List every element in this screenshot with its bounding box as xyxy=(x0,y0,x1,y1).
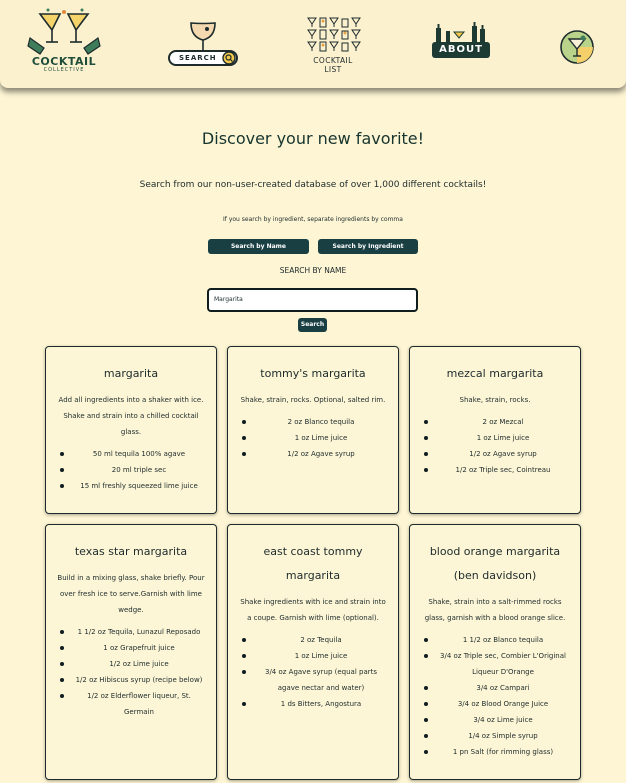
cocktail-glasses-icon xyxy=(27,8,101,55)
ingredient-list: 2 oz Mezcal 1 oz Lime juice 1/2 oz Agave… xyxy=(410,414,580,478)
magnifier-icon xyxy=(222,51,236,65)
site-header: COCKTAIL COLLECTIVE SEARCH COCKTAIL LIST… xyxy=(0,0,626,88)
cocktail-avatar-icon xyxy=(560,30,594,64)
card-title: texas star margarita xyxy=(74,545,188,558)
ingredient-item: 2 oz Tequila xyxy=(242,632,392,648)
ingredient-item: 1/2 oz Agave syrup xyxy=(242,446,392,462)
card-title: margarita xyxy=(103,367,159,380)
card-title: mezcal margarita xyxy=(446,367,544,380)
ingredient-item: 3/4 oz Blood Orange Juice xyxy=(424,696,574,712)
ingredient-item: 2 oz Mezcal xyxy=(424,414,574,430)
nav-about[interactable]: ABOUT xyxy=(430,22,492,66)
ingredient-item: 3/4 oz Triple sec, Combier L'Original Li… xyxy=(424,648,574,680)
search-button[interactable]: Search xyxy=(298,318,327,332)
ingredient-item: 15 ml freshly squeezed lime juice xyxy=(60,478,210,494)
cocktail-grid-icon xyxy=(307,17,361,52)
ingredient-list: 1 1/2 oz Blanco tequila 3/4 oz Triple se… xyxy=(410,632,580,760)
nav-about-label: ABOUT xyxy=(432,42,490,58)
ingredient-item: 1/2 oz Lime juice xyxy=(60,656,210,672)
ingredient-item: 1 1/2 oz Blanco tequila xyxy=(424,632,574,648)
cocktail-card[interactable]: margarita Add all ingredients into a sha… xyxy=(45,346,217,514)
ingredient-item: 1 pn Salt (for rimming glass) xyxy=(424,744,574,760)
ingredient-item: 3/4 oz Campari xyxy=(424,680,574,696)
ingredient-item: 3/4 oz Agave syrup (equal parts agave ne… xyxy=(242,664,392,696)
card-description: Build in a mixing glass, shake briefly. … xyxy=(57,574,205,614)
profile-avatar[interactable] xyxy=(560,30,594,64)
bar-bottles-icon xyxy=(436,22,485,42)
ingredient-item: 1/2 oz Agave syrup xyxy=(424,446,574,462)
ingredient-item: 1 oz Lime juice xyxy=(424,430,574,446)
ingredient-list: 1 1/2 oz Tequila, Lunazul Reposado 1 oz … xyxy=(46,624,216,720)
card-title: tommy's margarita xyxy=(260,367,366,380)
ingredient-item: 1/4 oz Simple syrup xyxy=(424,728,574,744)
card-description: Shake, strain, rocks. Optional, salted r… xyxy=(240,396,386,404)
ingredient-item: 1 ds Bitters, Angostura xyxy=(242,696,392,712)
ingredient-item: 1 oz Grapefruit juice xyxy=(60,640,210,656)
nav-cocktail-list-label: COCKTAIL LIST xyxy=(313,56,353,74)
card-description: Shake, strain, rocks. xyxy=(459,396,531,404)
ingredient-item: 1/2 oz Hibiscus syrup (recipe below) xyxy=(60,672,210,688)
ingredient-item: 1 1/2 oz Tequila, Lunazul Reposado xyxy=(60,624,210,640)
ingredient-list: 2 oz Blanco tequila 1 oz Lime juice 1/2 … xyxy=(228,414,398,462)
page-subtitle: Search from our non-user-created databas… xyxy=(139,180,487,190)
card-description: Shake ingredients with ice and strain in… xyxy=(240,598,386,622)
cocktail-card[interactable]: tommy's margarita Shake, strain, rocks. … xyxy=(227,346,399,514)
page-title: Discover your new favorite! xyxy=(201,129,425,148)
ingredient-list: 2 oz Tequila 1 oz Lime juice 3/4 oz Agav… xyxy=(228,632,398,712)
nav-search[interactable]: SEARCH xyxy=(166,20,240,70)
home-logo[interactable]: COCKTAIL COLLECTIVE xyxy=(26,8,102,78)
card-title: blood orange margarita (ben davidson) xyxy=(429,545,561,582)
martini-glass-icon xyxy=(190,22,216,51)
ingredient-item: 1/2 oz Triple sec, Cointreau xyxy=(424,462,574,478)
search-input[interactable]: Margarita xyxy=(207,288,418,312)
ingredient-item: 50 ml tequila 100% agave xyxy=(60,446,210,462)
cocktail-card[interactable]: mezcal margarita Shake, strain, rocks. 2… xyxy=(409,346,581,514)
search-by-ingredient-button[interactable]: Search by Ingredient xyxy=(318,239,418,254)
ingredient-item: 1 oz Lime juice xyxy=(242,430,392,446)
ingredient-list: 50 ml tequila 100% agave 20 ml triple se… xyxy=(46,446,216,494)
ingredient-item: 2 oz Blanco tequila xyxy=(242,414,392,430)
card-description: Add all ingredients into a shaker with i… xyxy=(58,396,204,436)
card-title: east coast tommy margarita xyxy=(263,545,363,582)
ingredient-hint: If you search by ingredient, separate in… xyxy=(223,216,403,223)
nav-cocktail-list[interactable]: COCKTAIL LIST xyxy=(304,16,362,74)
search-by-name-button[interactable]: Search by Name xyxy=(208,239,309,254)
cocktail-card[interactable]: texas star margarita Build in a mixing g… xyxy=(45,524,217,780)
card-description: Shake, strain into a salt-rimmed rocks g… xyxy=(424,598,566,622)
cocktail-card[interactable]: east coast tommy margarita Shake ingredi… xyxy=(227,524,399,780)
ingredient-item: 3/4 oz Lime juice xyxy=(424,712,574,728)
logo-wordmark: COCKTAIL xyxy=(31,55,97,68)
ingredient-item: 20 ml triple sec xyxy=(60,462,210,478)
ingredient-item: 1 oz Lime juice xyxy=(242,648,392,664)
search-mode-label: SEARCH BY NAME xyxy=(279,266,347,275)
ingredient-item: 1/2 oz Elderflower liqueur, St. Germain xyxy=(60,688,210,720)
cocktail-card[interactable]: blood orange margarita (ben davidson) Sh… xyxy=(409,524,581,780)
